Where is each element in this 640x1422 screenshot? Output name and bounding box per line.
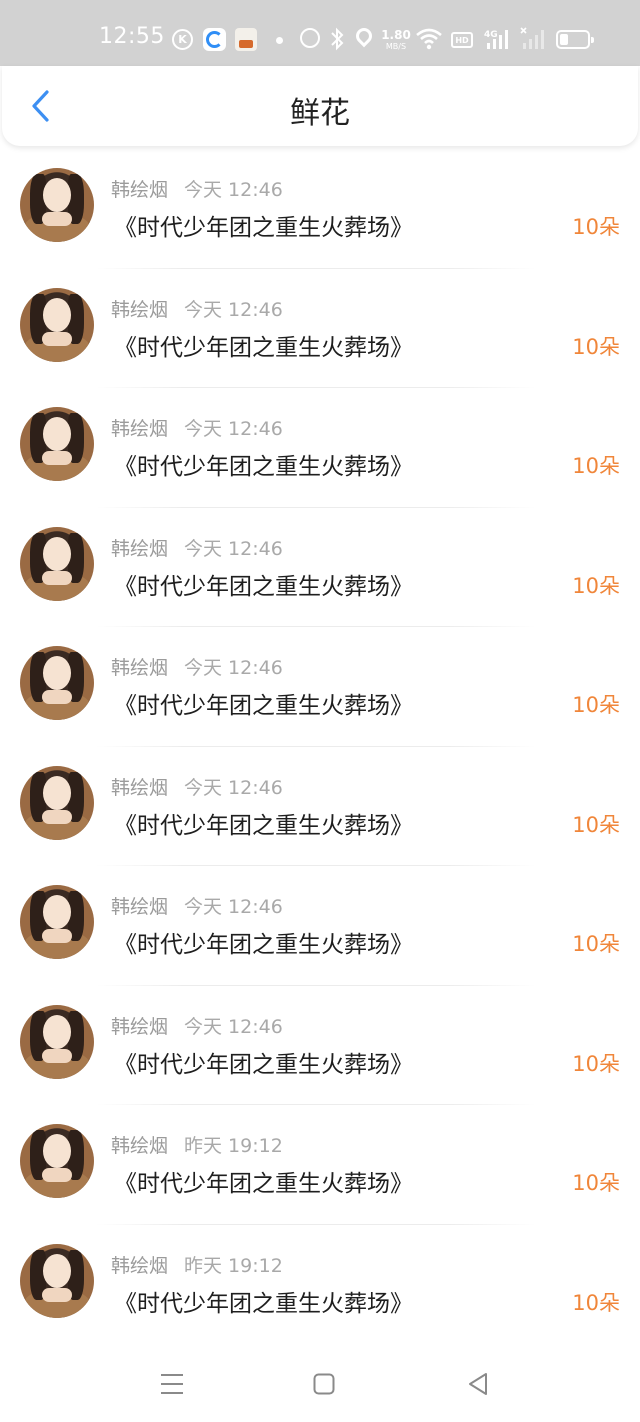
flower-records-list: 韩绘烟 今天 12:46 《时代少年团之重生火葬场》 10朵 韩绘烟 今天 12:46 《时… [0, 149, 640, 1344]
list-item[interactable]: 韩绘烟 今天 12:46 《时代少年团之重生火葬场》 10朵 [0, 388, 640, 508]
avatar[interactable] [20, 765, 94, 840]
flower-amount: 10朵 [572, 454, 620, 478]
list-item[interactable]: 韩绘烟 今天 12:46 《时代少年团之重生火葬场》 10朵 [0, 508, 640, 628]
location-icon [352, 24, 376, 48]
flower-amount: 10朵 [572, 932, 620, 956]
avatar[interactable] [20, 1004, 94, 1079]
net-speed: 1.80 MB/S [380, 26, 412, 54]
list-item[interactable]: 韩绘烟 昨天 19:12 《时代少年团之重生火葬场》 10朵 [0, 1105, 640, 1225]
back-triangle-icon [469, 1373, 487, 1395]
record-time: 今天 12:46 [184, 896, 283, 918]
book-title: 《时代少年团之重生火葬场》 [114, 573, 413, 600]
flower-amount: 10朵 [572, 1051, 620, 1076]
hd-icon: HD [451, 32, 473, 48]
user-name: 韩绘烟 [111, 418, 169, 440]
status-bar: 12:55 K 1.80 MB/S HD 4G [0, 0, 640, 66]
record-time: 今天 12:46 [184, 657, 283, 679]
user-name: 韩绘烟 [111, 1015, 169, 1038]
list-item[interactable]: 韩绘烟 今天 12:46 《时代少年团之重生火葬场》 10朵 [0, 269, 640, 389]
record-meta: 韩绘烟 昨天 19:12 [111, 1131, 283, 1158]
record-meta: 韩绘烟 今天 12:46 [111, 653, 283, 680]
list-item[interactable]: 韩绘烟 今天 12:46 《时代少年团之重生火葬场》 10朵 [0, 866, 640, 986]
avatar[interactable] [20, 407, 94, 481]
record-meta: 韩绘烟 今天 12:46 [111, 534, 283, 561]
record-time: 昨天 19:12 [184, 1135, 283, 1157]
menu-button[interactable] [154, 1366, 190, 1402]
menu-icon [161, 1374, 183, 1394]
network-label: 4G [484, 30, 498, 40]
book-title: 《时代少年团之重生火葬场》 [114, 1290, 413, 1317]
record-meta: 韩绘烟 昨天 19:12 [111, 1251, 283, 1278]
book-title: 《时代少年团之重生火葬场》 [114, 1051, 413, 1078]
signal-icon: 4G [484, 26, 514, 52]
avatar[interactable] [20, 168, 94, 242]
flower-amount: 10朵 [572, 1171, 620, 1195]
header: 鲜花 [2, 66, 638, 146]
record-time: 今天 12:46 [184, 418, 283, 440]
record-time: 今天 12:46 [184, 776, 283, 799]
nav-back-button[interactable] [460, 1366, 496, 1402]
flowers-screen: 12:55 K 1.80 MB/S HD 4G 鲜花 韩绘烟 今天 12:46 … [0, 0, 640, 1422]
book-title: 《时代少年团之重生火葬场》 [114, 932, 413, 958]
book-title: 《时代少年团之重生火葬场》 [114, 693, 413, 719]
home-button[interactable] [306, 1366, 342, 1402]
avatar[interactable] [20, 885, 94, 959]
wifi-icon [416, 27, 442, 51]
battery-icon [556, 30, 594, 49]
record-meta: 韩绘烟 今天 12:46 [111, 295, 283, 322]
bluetooth-icon [330, 26, 344, 52]
record-meta: 韩绘烟 今天 12:46 [111, 175, 283, 202]
flower-amount: 10朵 [572, 812, 620, 837]
record-meta: 韩绘烟 今天 12:46 [111, 1012, 283, 1039]
record-meta: 韩绘烟 今天 12:46 [111, 892, 283, 919]
page-title: 鲜花 [290, 96, 350, 131]
avatar[interactable] [20, 287, 94, 362]
user-name: 韩绘烟 [111, 776, 169, 799]
user-name: 韩绘烟 [111, 298, 169, 321]
record-time: 昨天 19:12 [184, 1254, 283, 1277]
record-meta: 韩绘烟 今天 12:46 [111, 773, 283, 800]
browser-icon [203, 28, 226, 51]
list-item[interactable]: 韩绘烟 今天 12:46 《时代少年团之重生火葬场》 10朵 [0, 149, 640, 269]
list-item[interactable]: 韩绘烟 今天 12:46 《时代少年团之重生火葬场》 10朵 [0, 627, 640, 747]
user-name: 韩绘烟 [111, 1254, 169, 1277]
flower-amount: 10朵 [572, 693, 620, 717]
user-name: 韩绘烟 [111, 1135, 169, 1157]
book-title: 《时代少年团之重生火葬场》 [114, 1171, 413, 1197]
avatar[interactable] [20, 646, 94, 720]
record-time: 今天 12:46 [184, 298, 283, 321]
user-name: 韩绘烟 [111, 179, 169, 201]
book-title: 《时代少年团之重生火葬场》 [114, 334, 413, 361]
user-name: 韩绘烟 [111, 537, 169, 560]
user-name: 韩绘烟 [111, 896, 169, 918]
flower-amount: 10朵 [572, 1290, 620, 1315]
net-speed-unit: MB/S [385, 42, 407, 51]
list-item[interactable]: 韩绘烟 今天 12:46 《时代少年团之重生火葬场》 10朵 [0, 986, 640, 1106]
signal-empty-icon [520, 26, 548, 52]
record-time: 今天 12:46 [184, 1015, 283, 1038]
status-time: 12:55 [99, 24, 165, 49]
flower-amount: 10朵 [572, 573, 620, 598]
record-time: 今天 12:46 [184, 179, 283, 201]
avatar[interactable] [20, 526, 94, 601]
alarm-icon [300, 28, 320, 48]
user-name: 韩绘烟 [111, 657, 169, 679]
net-speed-value: 1.80 [381, 28, 411, 42]
book-title: 《时代少年团之重生火葬场》 [114, 812, 413, 839]
record-time: 今天 12:46 [184, 537, 283, 560]
dot-icon [276, 37, 283, 44]
book-title: 《时代少年团之重生火葬场》 [114, 454, 413, 480]
record-meta: 韩绘烟 今天 12:46 [111, 414, 283, 441]
list-item[interactable]: 韩绘烟 今天 12:46 《时代少年团之重生火葬场》 10朵 [0, 747, 640, 867]
avatar[interactable] [20, 1124, 94, 1198]
home-square-icon [313, 1373, 335, 1395]
book-title: 《时代少年团之重生火葬场》 [114, 215, 413, 241]
flower-amount: 10朵 [572, 215, 620, 239]
list-item[interactable]: 韩绘烟 昨天 19:12 《时代少年团之重生火葬场》 10朵 [0, 1225, 640, 1345]
system-nav-bar [0, 1342, 640, 1422]
k-icon: K [172, 29, 193, 50]
avatar[interactable] [20, 1243, 94, 1318]
app-icon [235, 28, 257, 51]
flower-amount: 10朵 [572, 334, 620, 359]
